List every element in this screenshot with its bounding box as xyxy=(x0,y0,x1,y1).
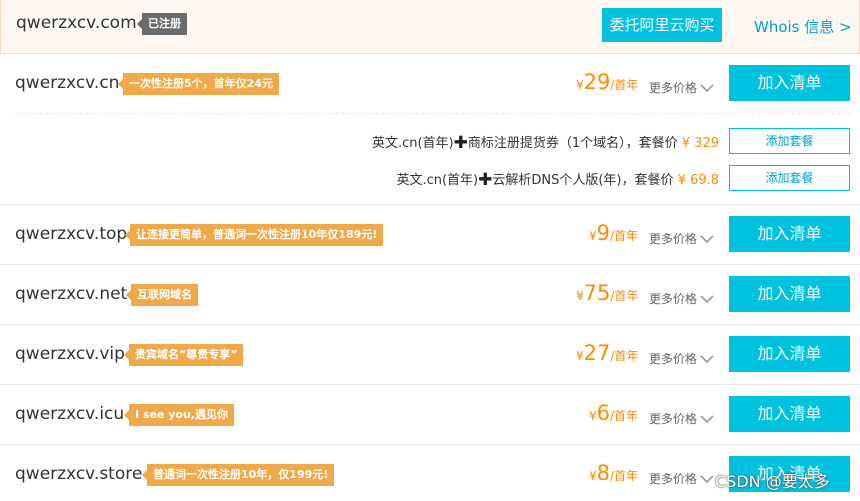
domain-name: qwerzxcv.store xyxy=(15,464,143,484)
add-bundle-button[interactable]: 添加套餐 xyxy=(729,128,850,154)
more-price-toggle[interactable]: 更多价格 xyxy=(649,350,714,367)
whois-link[interactable]: Whois 信息 > xyxy=(754,16,852,37)
chevron-down-icon xyxy=(700,355,714,364)
domain-row-vip: qwerzxcv.vip 贵宾域名“尊贵专享” ¥27/首年 更多价格 加入清单 xyxy=(0,325,860,385)
chevron-down-icon xyxy=(700,475,714,484)
promo-tag: 贵宾域名“尊贵专享” xyxy=(123,344,244,366)
registered-domain-name: qwerzxcv.com xyxy=(16,13,137,33)
plus-icon: ✚ xyxy=(453,133,468,153)
add-to-list-button[interactable]: 加入清单 xyxy=(729,396,850,432)
price: ¥6/首年 xyxy=(589,401,639,425)
price: ¥9/首年 xyxy=(589,221,639,245)
domain-row-net: qwerzxcv.net 互联网域名 ¥75/首年 更多价格 加入清单 xyxy=(0,265,860,325)
add-to-list-button[interactable]: 加入清单 xyxy=(729,276,850,312)
price: ¥8/首年 xyxy=(589,461,639,485)
chevron-down-icon xyxy=(700,235,714,244)
domain-row-cn: qwerzxcv.cn 一次性注册5个，首年仅24元 ¥29/首年 更多价格 加… xyxy=(0,54,860,205)
price: ¥75/首年 xyxy=(576,281,639,305)
promo-tag: 互联网域名 xyxy=(126,284,198,306)
watermark: CSDN @要太多 xyxy=(715,472,830,491)
domain-name: qwerzxcv.top xyxy=(15,224,128,244)
domain-name: qwerzxcv.cn xyxy=(15,73,120,93)
domain-name: qwerzxcv.icu xyxy=(15,404,125,424)
promo-tag: 让连接更简单，普通词一次性注册10年仅189元! xyxy=(124,224,384,246)
add-to-list-button[interactable]: 加入清单 xyxy=(729,216,850,252)
more-price-toggle[interactable]: 更多价格 xyxy=(649,410,714,427)
status-badge: 已注册 xyxy=(137,13,187,35)
bundle-offer: 英文.cn(首年)✚云解析DNS个人版(年)，套餐价 ¥ 69.8 xyxy=(396,170,719,190)
delegate-purchase-button[interactable]: 委托阿里云购买 xyxy=(602,8,722,42)
chevron-down-icon xyxy=(700,84,714,93)
add-to-list-button[interactable]: 加入清单 xyxy=(729,336,850,372)
domain-row-top: qwerzxcv.top 让连接更简单，普通词一次性注册10年仅189元! ¥9… xyxy=(0,205,860,265)
more-price-toggle[interactable]: 更多价格 xyxy=(649,470,714,487)
add-bundle-button[interactable]: 添加套餐 xyxy=(729,165,850,191)
registered-domain-header: qwerzxcv.com 已注册 委托阿里云购买 Whois 信息 > xyxy=(0,0,860,54)
bundle-offer: 英文.cn(首年)✚商标注册提货券（1个域名），套餐价 ¥ 329 xyxy=(371,133,719,153)
promo-tag: 一次性注册5个，首年仅24元 xyxy=(118,73,279,95)
promo-tag: I see you,遇见你 xyxy=(124,404,234,426)
domain-row-icu: qwerzxcv.icu I see you,遇见你 ¥6/首年 更多价格 加入… xyxy=(0,385,860,445)
price: ¥27/首年 xyxy=(576,341,639,365)
domain-name: qwerzxcv.vip xyxy=(15,344,125,364)
divider xyxy=(15,113,850,114)
add-to-list-button[interactable]: 加入清单 xyxy=(729,65,850,101)
chevron-down-icon xyxy=(700,415,714,424)
plus-icon: ✚ xyxy=(478,170,493,190)
domain-name: qwerzxcv.net xyxy=(15,284,128,304)
promo-tag: 普通词一次性注册10年，仅199元! xyxy=(141,464,335,486)
more-price-toggle[interactable]: 更多价格 xyxy=(649,290,714,307)
price: ¥29/首年 xyxy=(576,70,639,94)
more-price-toggle[interactable]: 更多价格 xyxy=(649,79,714,96)
more-price-toggle[interactable]: 更多价格 xyxy=(649,230,714,247)
chevron-down-icon xyxy=(700,295,714,304)
